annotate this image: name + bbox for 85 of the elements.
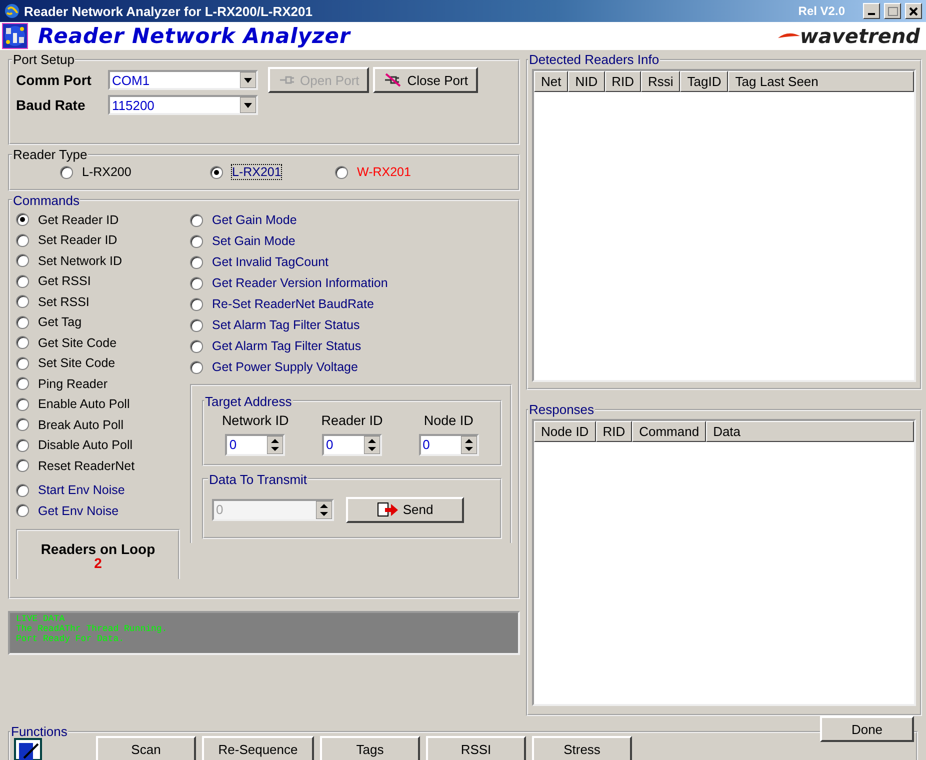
brand-logo: wavetrend [778,24,920,48]
radio-option[interactable]: L-RX200 [60,162,210,182]
maximize-icon [888,6,898,16]
function-button[interactable]: Stress [532,736,632,760]
radio-option[interactable]: L-RX201 [210,162,335,182]
radio-option[interactable]: Set Site Code [16,353,186,374]
app-title: Reader Network Analyzer [38,24,350,48]
minimize-button[interactable] [863,3,880,19]
radio-option[interactable]: Get Reader ID [16,210,186,230]
group-title: Reader Type [12,147,88,162]
spin-arrows-icon [316,500,332,518]
column-header[interactable]: Command [632,421,706,442]
function-button[interactable]: RSSI [426,736,526,760]
group-title: Port Setup [12,52,76,67]
group-title: Functions [10,724,68,739]
radio-option[interactable]: Start Env Noise [16,480,186,500]
number-field[interactable]: 0 [322,434,382,456]
group-title: Detected Readers Info [528,52,660,67]
field-label: Reader ID [321,412,383,428]
column-header[interactable]: Node ID [534,421,596,442]
radio-option[interactable]: Get Reader Version Information [190,272,512,294]
spin-arrows-icon [364,436,380,454]
column-header[interactable]: RID [604,71,642,92]
radio-option[interactable]: Set Gain Mode [190,230,512,252]
column-header[interactable]: Data [706,421,914,442]
group-title: Commands [12,192,80,208]
function-button[interactable]: Re-Sequence [202,736,314,760]
globe-icon [4,3,20,19]
radio-option[interactable]: Disable Auto Poll [16,435,186,456]
release-label: Rel V2.0 [798,4,845,18]
column-header[interactable]: Rssi [641,71,680,92]
radio-option[interactable]: Get Alarm Tag Filter Status [190,336,512,356]
radio-option[interactable]: Get Site Code [16,332,186,353]
radio-option[interactable]: Set Reader ID [16,230,186,250]
radio-option[interactable]: Break Auto Poll [16,414,186,435]
close-button[interactable] [905,3,922,19]
column-header[interactable]: RID [596,421,632,442]
field-label: Network ID [222,412,289,428]
field-label: Node ID [424,412,474,428]
function-button[interactable]: Tags [320,736,420,760]
console-line: LIVE DATA [16,614,66,624]
column-header[interactable]: Tag Last Seen [728,71,914,92]
radio-option[interactable]: Get Power Supply Voltage [190,356,512,378]
radio-option[interactable]: Set Alarm Tag Filter Status [190,314,512,336]
readers-on-loop-label: Readers on Loop [40,541,156,557]
number-field[interactable]: 0 [225,434,286,456]
column-header[interactable]: Net [534,71,568,92]
dropdown-arrow-icon [240,72,256,88]
send-icon [376,502,399,518]
spin-arrows-icon [267,436,284,454]
radio-option[interactable]: Reset ReaderNet [16,456,186,476]
dropdown-field[interactable]: 115200 [108,95,258,115]
radio-option[interactable]: Get Tag [16,312,186,332]
radio-option[interactable]: Set Network ID [16,250,186,271]
radio-option[interactable]: Get Gain Mode [190,210,512,230]
group-title: Data To Transmit [208,472,308,486]
radio-option[interactable]: Ping Reader [16,374,186,394]
radio-option[interactable]: Get Invalid TagCount [190,252,512,272]
dropdown-arrow-icon [240,97,256,113]
column-header[interactable]: NID [568,71,605,92]
radio-option[interactable]: Set RSSI [16,292,186,312]
function-button[interactable]: Scan [96,736,196,760]
field-label: Baud Rate [16,97,86,113]
radio-option[interactable]: Enable Auto Poll [16,394,186,414]
readers-count: 2 [94,557,102,569]
network-logo-icon [2,23,28,49]
group-title: Responses [528,402,596,417]
dropdown-field[interactable]: COM1 [108,70,258,90]
unplug-icon [383,72,404,88]
close-icon [909,6,918,16]
field-label: Comm Port [16,72,92,88]
radio-option[interactable]: Re-Set ReaderNet BaudRate [190,294,512,314]
spin-arrows-icon [460,436,477,454]
form-icon [14,738,42,760]
column-header[interactable]: TagID [680,71,728,92]
window-title: Reader Network Analyzer for L-RX200/L-RX201 [24,4,313,18]
radio-option[interactable]: Get Env Noise [16,500,186,521]
radio-option[interactable]: Get RSSI [16,271,186,292]
port-button[interactable]: Close Port [373,67,478,93]
maximize-button[interactable] [884,3,901,19]
group-title: Target Address [204,394,293,408]
console-line: Port Ready For Data. [16,634,126,644]
done-button[interactable]: Done [820,716,914,742]
number-field[interactable]: 0 [418,434,479,456]
console-line: The ReadAThr Thread Running. [16,624,168,634]
